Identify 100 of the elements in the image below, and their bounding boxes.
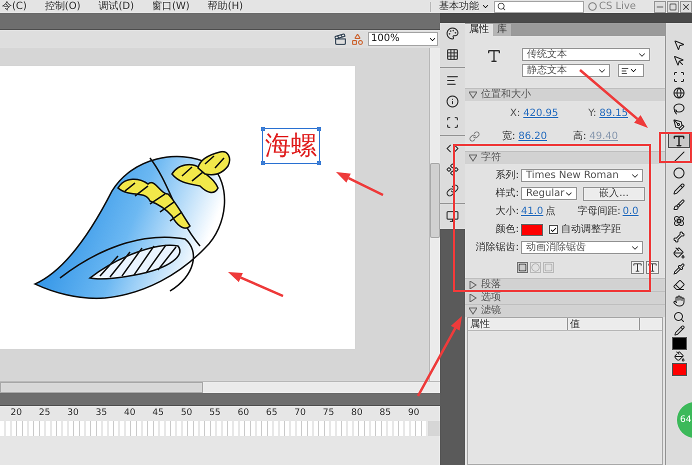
zoom-dropdown[interactable]: 100% — [368, 32, 438, 46]
vertical-scrollbar[interactable] — [429, 48, 440, 381]
size-value[interactable]: 41.0 — [521, 204, 544, 219]
chain-link-icon[interactable] — [469, 131, 480, 142]
color-swatch[interactable] — [672, 363, 686, 376]
expanded-triangle-icon[interactable] — [469, 307, 477, 315]
frame-number: 85 — [378, 409, 392, 418]
annotation-arrow — [336, 172, 384, 196]
paint-bucket-icon[interactable] — [674, 351, 684, 362]
frame-number: 70 — [293, 409, 307, 418]
shapes-icon[interactable] — [351, 32, 364, 46]
menu-item[interactable]: 令(C) — [2, 2, 27, 12]
eyedropper-icon — [673, 262, 685, 274]
x-value[interactable]: 420.95 — [523, 106, 558, 121]
y-value[interactable]: 89.15 — [599, 106, 628, 121]
bone-icon — [673, 230, 685, 242]
search-icon — [497, 2, 506, 11]
flower-icon — [673, 214, 685, 226]
text-icon — [486, 48, 502, 64]
menu-item[interactable]: 调试(D) — [98, 2, 134, 12]
width-value[interactable]: 86.20 — [518, 129, 548, 144]
antialias-dropdown[interactable]: 动画消除锯齿 — [521, 241, 643, 254]
font-family-dropdown[interactable]: Times New Roman — [521, 169, 643, 182]
size-unit: 点 — [545, 204, 556, 219]
maximize-icon[interactable] — [667, 0, 679, 12]
grid-icon[interactable] — [446, 48, 459, 61]
menu-item[interactable]: 帮助(H) — [208, 2, 244, 12]
frame-number: 30 — [66, 409, 80, 418]
selection-handle[interactable] — [261, 127, 265, 131]
section-header[interactable]: 位置和大小 — [465, 88, 665, 101]
panel-tab[interactable]: 属性 — [465, 24, 493, 36]
horizontal-scrollbar[interactable] — [0, 381, 440, 393]
selection-handle[interactable] — [317, 127, 321, 131]
selection-handle[interactable] — [261, 161, 265, 165]
frame-number: 50 — [180, 409, 194, 418]
text-type-dropdown[interactable]: 静态文本 — [522, 64, 610, 77]
code-icon[interactable] — [446, 142, 459, 155]
brush-icon — [673, 198, 685, 210]
frame-number: 75 — [322, 409, 336, 418]
frame-number: 20 — [9, 409, 23, 418]
frame-number: 65 — [264, 409, 278, 418]
color-swatch[interactable] — [672, 337, 686, 350]
frame-number: 45 — [151, 409, 165, 418]
section-header[interactable]: 段落 — [465, 278, 665, 291]
color-label: 颜色: — [494, 222, 519, 237]
paint-bucket-icon — [673, 246, 685, 258]
orientation-dropdown[interactable] — [618, 64, 644, 77]
column-header[interactable]: 属性 — [468, 318, 568, 330]
pencil-icon — [673, 182, 685, 194]
superscript-icon[interactable] — [631, 261, 644, 274]
frame-number: 55 — [208, 409, 222, 418]
pencil-icon[interactable] — [674, 325, 684, 336]
expanded-triangle-icon[interactable] — [469, 154, 477, 162]
check-icon — [550, 226, 557, 234]
color-swatch[interactable] — [521, 224, 543, 236]
text-engine-dropdown[interactable]: 传统文本 — [522, 48, 650, 61]
frame-number: 80 — [350, 409, 364, 418]
checkbox-label: 自动调整字距 — [561, 222, 621, 237]
width-label: 宽: — [502, 130, 516, 144]
minimize-icon[interactable] — [654, 0, 666, 12]
embed-button[interactable]: 嵌入... — [583, 186, 645, 200]
scrollbar-thumb[interactable] — [430, 163, 440, 238]
sphere-icon — [673, 86, 685, 98]
selection-handle[interactable] — [317, 161, 321, 165]
column-header[interactable]: 值 — [568, 318, 640, 330]
panel-tab[interactable]: 库 — [493, 24, 511, 36]
ring-icon — [588, 2, 597, 11]
section-header[interactable]: 选项 — [465, 291, 665, 304]
menu-item[interactable]: 窗口(W) — [152, 2, 190, 12]
hand-icon — [673, 294, 685, 306]
font-style-dropdown[interactable]: Regular — [521, 187, 577, 200]
align-icon[interactable] — [446, 74, 459, 87]
section-title: 选项 — [481, 293, 501, 303]
transform-icon — [673, 70, 685, 82]
text-object[interactable]: 海螺 — [262, 128, 320, 164]
section-header[interactable]: 字符 — [465, 151, 665, 164]
search-field[interactable] — [494, 0, 584, 12]
height-label: 高: — [573, 130, 586, 144]
transform-icon[interactable] — [446, 116, 459, 129]
menu-item[interactable]: 控制(O) — [44, 2, 80, 12]
palette-icon[interactable] — [446, 27, 459, 40]
expanded-triangle-icon[interactable] — [469, 91, 477, 99]
section-title: 位置和大小 — [481, 90, 531, 100]
component-icon[interactable] — [446, 163, 459, 176]
clapperboard-icon[interactable] — [334, 32, 347, 46]
chain-icon[interactable] — [446, 184, 459, 197]
info-icon[interactable] — [446, 95, 459, 108]
scrollbar-thumb[interactable] — [0, 382, 203, 393]
tool-button[interactable] — [668, 133, 690, 148]
section-title: 字符 — [481, 153, 501, 163]
checkbox[interactable] — [549, 225, 558, 234]
size-label: 大小: — [494, 204, 519, 219]
letter-spacing-value[interactable]: 0.0 — [622, 204, 639, 219]
frame-number: 40 — [123, 409, 136, 418]
close-icon[interactable] — [680, 0, 692, 12]
workspace-switcher[interactable]: 基本功能 — [430, 2, 490, 12]
y-label: Y: — [588, 107, 596, 121]
oval-icon — [673, 166, 685, 178]
section-header[interactable]: 滤镜 — [465, 304, 665, 317]
monitor-icon[interactable] — [446, 210, 459, 223]
